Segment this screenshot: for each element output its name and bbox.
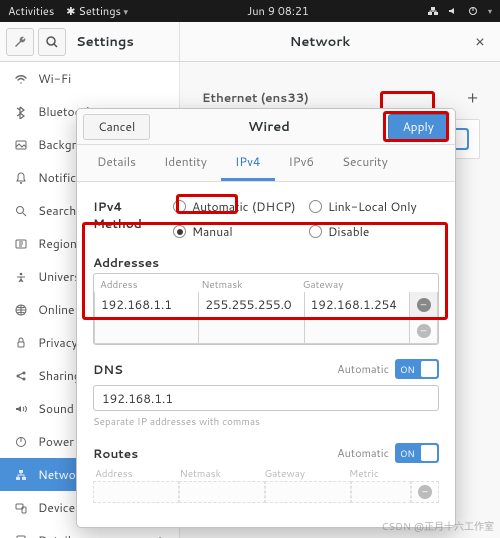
delete-icon: – xyxy=(417,298,431,312)
delete-route-button[interactable]: – xyxy=(411,481,439,503)
panel-clock[interactable]: Jun 9 08:21 xyxy=(128,3,428,19)
radio-automatic[interactable]: Automatic (DHCP) xyxy=(173,198,303,215)
devices-icon xyxy=(14,501,28,515)
hamburger-button[interactable] xyxy=(6,28,34,56)
gateway-input[interactable]: 192.168.1.254 xyxy=(305,292,410,318)
region-icon xyxy=(14,237,28,251)
sound-icon xyxy=(14,402,28,416)
dialog-title: Wired xyxy=(156,118,381,136)
settings-title: Settings xyxy=(76,33,134,51)
sharing-icon xyxy=(14,369,28,383)
addresses-label: Addresses xyxy=(93,254,439,271)
chevron-right-icon: ❯ xyxy=(157,534,165,538)
radio-linklocal[interactable]: Link-Local Only xyxy=(309,198,439,215)
wrench-icon xyxy=(13,35,27,49)
privacy-icon xyxy=(14,336,28,350)
radio-disable[interactable]: Disable xyxy=(309,223,439,240)
netmask-input[interactable]: 255.255.255.0 xyxy=(199,292,304,318)
ua-icon xyxy=(14,270,28,284)
ethernet-section-title: Ethernet (ens33) xyxy=(202,89,309,106)
settings-headerbar: Settings Network × xyxy=(0,22,500,62)
sidebar-item-label: Devices xyxy=(38,499,81,516)
power-icon xyxy=(14,435,28,449)
add-connection-button[interactable]: + xyxy=(467,86,478,109)
addresses-table: Address Netmask Gateway 192.168.1.1 255.… xyxy=(93,273,439,345)
routes-automatic-switch[interactable]: ON xyxy=(395,443,439,463)
volume-icon xyxy=(448,6,458,16)
address-row: 192.168.1.1 255.255.255.0 192.168.1.254 … xyxy=(94,292,438,318)
sidebar-item-label: Details xyxy=(38,532,77,538)
system-tray[interactable]: ▾ xyxy=(428,5,492,17)
window-close-button[interactable]: × xyxy=(460,30,500,53)
gnome-panel: Activities ✱ Settings Jun 9 08:21 ▾ xyxy=(0,0,500,22)
magnifier-icon xyxy=(45,35,59,49)
routes-label: Routes xyxy=(93,445,138,462)
ipv4-method-label: IPv4 Method xyxy=(93,198,157,232)
sidebar-item-label: Power xyxy=(38,433,74,450)
wifi-icon xyxy=(14,72,28,86)
sidebar-item-label: Search xyxy=(38,202,76,219)
search-button[interactable] xyxy=(38,28,66,56)
sidebar-item-label: Sharing xyxy=(38,367,81,384)
delete-icon: – xyxy=(418,485,432,499)
tab-security[interactable]: Security xyxy=(328,145,402,181)
dns-automatic-label: Automatic xyxy=(337,361,389,377)
details-icon xyxy=(14,534,28,538)
background-icon xyxy=(14,138,28,152)
col-netmask: Netmask xyxy=(201,278,302,292)
col-gateway: Gateway xyxy=(303,278,404,292)
tab-identity[interactable]: Identity xyxy=(150,145,221,181)
sidebar-item-label: Privacy xyxy=(38,334,78,351)
delete-row-button[interactable]: – xyxy=(410,318,438,344)
bluetooth-icon xyxy=(14,105,28,119)
routes-automatic-label: Automatic xyxy=(337,445,389,461)
tab-details[interactable]: Details xyxy=(83,145,150,181)
dns-automatic-switch[interactable]: ON xyxy=(395,359,439,379)
tab-ipv6[interactable]: IPv6 xyxy=(275,145,329,181)
delete-row-button[interactable]: – xyxy=(410,292,438,318)
sidebar-item-label: Sound xyxy=(38,400,74,417)
col-address: Address xyxy=(100,278,201,292)
notify-icon xyxy=(14,171,28,185)
dns-hint: Separate IP addresses with commas xyxy=(93,415,439,429)
watermark: CSDN @正月十六工作室 xyxy=(381,518,494,534)
apply-button[interactable]: Apply xyxy=(388,114,449,140)
network-icon xyxy=(14,468,28,482)
tab-ipv4[interactable]: IPv4 xyxy=(221,145,275,181)
dns-input[interactable]: 192.168.1.1 xyxy=(93,385,439,411)
sidebar-item-label: Wi-Fi xyxy=(38,70,71,87)
power-icon xyxy=(468,6,478,16)
radio-manual[interactable]: Manual xyxy=(173,223,303,240)
activities-button[interactable]: Activities xyxy=(8,3,54,19)
dns-label: DNS xyxy=(93,361,123,378)
panel-title: Network xyxy=(180,33,460,51)
appmenu-button[interactable]: ✱ Settings xyxy=(66,3,128,19)
address-input[interactable] xyxy=(94,318,199,344)
netmask-input[interactable] xyxy=(199,318,304,344)
connection-editor-dialog: Cancel Wired Apply Details Identity IPv4… xyxy=(76,108,456,528)
address-row-empty: – xyxy=(94,318,438,344)
dialog-tabs: Details Identity IPv4 IPv6 Security xyxy=(77,145,455,182)
delete-icon: – xyxy=(417,324,431,338)
address-input[interactable]: 192.168.1.1 xyxy=(94,292,199,318)
sidebar-item-wi-fi[interactable]: Wi-Fi xyxy=(0,62,179,95)
online-icon xyxy=(14,303,28,317)
search-icon xyxy=(14,204,28,218)
cancel-button[interactable]: Cancel xyxy=(83,114,150,140)
gateway-input[interactable] xyxy=(305,318,410,344)
routes-row-empty: – xyxy=(93,481,439,503)
network-icon xyxy=(428,6,438,16)
